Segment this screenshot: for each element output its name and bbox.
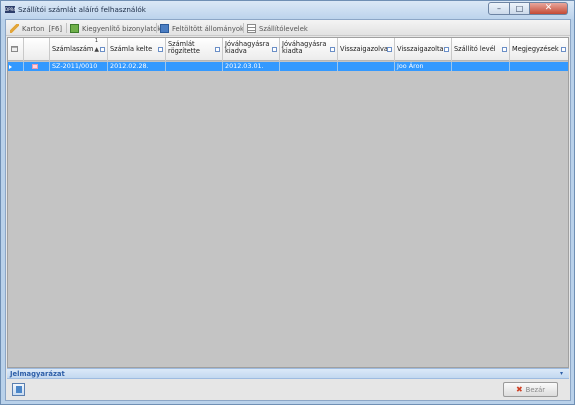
karton-shortcut: [F6] xyxy=(48,24,62,33)
sort-order: 1 xyxy=(94,38,98,44)
kiegyenlito-bizonylatok-label: Kiegyenlítő bizonylatok xyxy=(82,24,162,33)
szallitolevelek-label: Szállítólevelek xyxy=(259,24,308,33)
document-lines-icon xyxy=(247,24,256,33)
export-excel-icon[interactable] xyxy=(12,383,25,396)
header-label: Jóváhagyásra kiadta xyxy=(282,40,327,55)
close-button[interactable]: ✖ Bezár xyxy=(503,382,558,397)
karton-label: Karton xyxy=(22,24,45,33)
grid-body[interactable]: SZ-2011/0010 2012.02.28. 2012.03.01. Joo… xyxy=(8,62,568,367)
feltoltott-allomanyok-label: Feltöltött állományok xyxy=(172,24,244,33)
row-indicator-icon xyxy=(9,65,12,69)
cell-visszaigazolva[interactable] xyxy=(338,62,395,71)
filter-icon[interactable] xyxy=(272,47,277,52)
cell-visszaigazolta[interactable]: Joo Áron xyxy=(395,62,452,71)
filter-icon[interactable] xyxy=(215,47,220,52)
data-grid[interactable]: Számlaszám 1 ▲ Számla kelte Számlát rögz… xyxy=(7,37,569,368)
main-window: DPR4 Szállítói számlát aláíró felhasznál… xyxy=(0,0,575,405)
window-controls: – □ ✕ xyxy=(488,2,568,15)
title-bar[interactable]: DPR4 Szállítói számlát aláíró felhasznál… xyxy=(1,1,574,19)
document-green-icon xyxy=(70,24,79,33)
header-visszaigazolva[interactable]: Visszaigazolva xyxy=(338,38,395,61)
window-title: Szállítói számlát aláíró felhasználók xyxy=(18,5,146,14)
status-marker xyxy=(32,64,38,69)
header-selector[interactable] xyxy=(8,38,24,61)
header-label: Jóváhagyásra kiadva xyxy=(225,40,270,55)
header-szamlat-rogzitette[interactable]: Számlát rögzítette xyxy=(166,38,223,61)
header-label: Visszaigazolta xyxy=(397,45,444,53)
footer-bar: ✖ Bezár xyxy=(7,380,569,400)
maximize-button[interactable]: □ xyxy=(510,2,530,15)
client-area: Karton [F6] Kiegyenlítő bizonylatok Felt… xyxy=(5,19,571,401)
column-chooser-icon[interactable] xyxy=(11,46,18,52)
grid-header: Számlaszám 1 ▲ Számla kelte Számlát rögz… xyxy=(8,38,568,61)
folder-upload-icon xyxy=(160,24,169,33)
cell-szallito-level[interactable] xyxy=(452,62,510,71)
header-label: Megjegyzések xyxy=(512,45,559,53)
row-status-cell[interactable] xyxy=(24,62,50,71)
filter-icon[interactable] xyxy=(100,47,105,52)
cell-szamlat-rogzitette[interactable] xyxy=(166,62,223,71)
legend-panel[interactable]: Jelmagyarázat ▾ xyxy=(7,368,569,379)
filter-icon[interactable] xyxy=(561,47,566,52)
header-szallito-level[interactable]: Szállító levél xyxy=(452,38,510,61)
feltoltott-allomanyok-button[interactable]: Feltöltött állományok xyxy=(160,23,244,34)
header-szamlaszam[interactable]: Számlaszám 1 ▲ xyxy=(50,38,108,61)
close-window-button[interactable]: ✕ xyxy=(530,2,568,15)
header-label: Számla kelte xyxy=(110,45,153,53)
cell-jovahagyasra-kiadva[interactable]: 2012.03.01. xyxy=(223,62,280,71)
filter-icon[interactable] xyxy=(444,47,449,52)
header-szamla-kelte[interactable]: Számla kelte xyxy=(108,38,166,61)
header-label: Számlaszám xyxy=(52,45,94,53)
expand-arrow-icon[interactable]: ▾ xyxy=(560,370,563,377)
filter-icon[interactable] xyxy=(502,47,507,52)
cell-szamlaszam[interactable]: SZ-2011/0010 xyxy=(50,62,108,71)
close-button-label: Bezár xyxy=(525,385,546,394)
header-jovahagyasra-kiadva[interactable]: Jóváhagyásra kiadva xyxy=(223,38,280,61)
szallitolevelek-button[interactable]: Szállítólevelek xyxy=(247,23,308,34)
filter-icon[interactable] xyxy=(387,47,392,52)
header-visszaigazolta[interactable]: Visszaigazolta xyxy=(395,38,452,61)
toolbar-separator xyxy=(66,23,67,33)
kiegyenlito-bizonylatok-button[interactable]: Kiegyenlítő bizonylatok xyxy=(70,23,161,34)
header-megjegyzesek[interactable]: Megjegyzések xyxy=(510,38,568,61)
row-indicator xyxy=(8,62,24,71)
pencil-icon xyxy=(10,24,19,33)
filter-icon[interactable] xyxy=(158,47,163,52)
header-jovahagyasra-kiadta[interactable]: Jóváhagyásra kiadta xyxy=(280,38,338,61)
legend-label: Jelmagyarázat xyxy=(10,370,65,378)
karton-button[interactable]: Karton [F6] xyxy=(10,23,62,34)
cell-szamla-kelte[interactable]: 2012.02.28. xyxy=(108,62,166,71)
header-label: Számlát rögzítette xyxy=(168,40,200,55)
app-icon: DPR4 xyxy=(5,6,16,13)
header-status xyxy=(24,38,50,61)
close-x-icon: ✖ xyxy=(515,385,523,394)
header-label: Visszaigazolva xyxy=(340,45,388,53)
toolbar-separator xyxy=(243,23,244,33)
sort-ascending-icon: ▲ xyxy=(94,46,99,53)
header-label: Szállító levél xyxy=(454,45,496,53)
toolbar-separator xyxy=(156,23,157,33)
minimize-button[interactable]: – xyxy=(488,2,510,15)
toolbar: Karton [F6] Kiegyenlítő bizonylatok Felt… xyxy=(6,20,570,36)
table-row[interactable]: SZ-2011/0010 2012.02.28. 2012.03.01. Joo… xyxy=(8,62,568,71)
filter-icon[interactable] xyxy=(330,47,335,52)
cell-megjegyzesek[interactable] xyxy=(510,62,568,71)
cell-jovahagyasra-kiadta[interactable] xyxy=(280,62,338,71)
